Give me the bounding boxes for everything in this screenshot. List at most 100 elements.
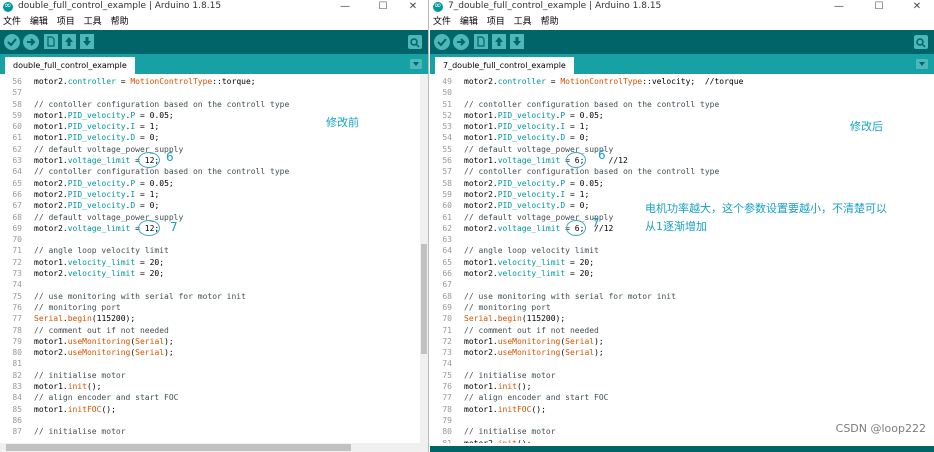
highlight-circle: [138, 152, 160, 168]
close-icon[interactable]: ✕: [398, 0, 428, 14]
open-sketch-icon[interactable]: [492, 34, 506, 49]
window-title: double_full_control_example | Arduino 1.…: [18, 1, 222, 11]
code-line: 57 // contoller configuration based on th…: [430, 166, 743, 177]
new-sketch-icon[interactable]: [44, 34, 58, 49]
line-number: 55: [442, 144, 452, 154]
code-token: motor1.: [464, 156, 498, 166]
code-line: 63: [430, 234, 743, 245]
line-number: 73: [442, 348, 452, 358]
tab-sketch[interactable]: double_full_control_example: [5, 57, 135, 74]
line-number: 71: [12, 246, 22, 256]
line-number: 80: [442, 427, 452, 437]
line-number: 82: [12, 370, 22, 380]
code-line: 51 // contoller configuration based on th…: [430, 99, 743, 110]
save-sketch-icon[interactable]: [80, 34, 94, 49]
verify-icon[interactable]: [434, 34, 450, 50]
horizontal-scrollbar[interactable]: [0, 443, 428, 452]
code-token: useMonitoring: [67, 336, 131, 346]
code-token: // initialise motor: [464, 370, 556, 380]
minimize-icon[interactable]: —: [330, 0, 360, 14]
line-number: 50: [442, 88, 452, 98]
code-line: 70 Serial.begin(115200);: [430, 313, 743, 324]
code-token: // use monitoring with serial for motor …: [34, 291, 246, 301]
code-token: // align encoder and start FOC: [34, 393, 179, 403]
title-bar: 7_double_full_control_example | Arduino …: [430, 0, 934, 14]
minimize-icon[interactable]: —: [824, 0, 854, 14]
code-token: // comment out if not needed: [464, 325, 599, 335]
scroll-thumb[interactable]: [6, 444, 351, 451]
new-sketch-icon[interactable]: [474, 34, 488, 49]
menu-sketch[interactable]: 项目: [57, 16, 75, 29]
maximize-icon[interactable]: ☐: [864, 0, 894, 14]
upload-icon[interactable]: [23, 34, 39, 50]
tab-menu-icon[interactable]: [410, 59, 422, 69]
vertical-scrollbar[interactable]: [420, 74, 428, 443]
menu-tools[interactable]: 工具: [84, 16, 102, 29]
upload-icon[interactable]: [453, 34, 469, 50]
code-line: 65 motor2.PID_velocity.P = 0.05;: [0, 178, 289, 189]
code-line: 84 // align encoder and start FOC: [0, 392, 289, 403]
tab-sketch[interactable]: 7_double_full_control_example: [435, 57, 574, 74]
serial-monitor-icon[interactable]: [408, 35, 422, 49]
line-number: 59: [12, 110, 22, 120]
code-lines: 56 motor2.controller = MotionControlType:…: [0, 76, 289, 438]
verify-icon[interactable]: [4, 34, 20, 50]
code-token: motor2.: [464, 178, 498, 188]
code-token: motor1.: [34, 110, 68, 120]
menu-tools[interactable]: 工具: [514, 16, 532, 29]
code-token: motor2.: [34, 201, 68, 211]
code-token: motor1.: [34, 122, 68, 132]
menu-edit[interactable]: 编辑: [30, 16, 48, 29]
menu-file[interactable]: 文件: [3, 16, 21, 29]
code-token: velocity_limit: [67, 257, 136, 267]
scroll-thumb[interactable]: [421, 244, 427, 354]
code-token: = 0.05;: [565, 178, 604, 188]
line-number: 65: [12, 178, 22, 188]
line-number: 62: [442, 223, 452, 233]
serial-monitor-icon[interactable]: [914, 35, 928, 49]
maximize-icon[interactable]: ☐: [368, 0, 398, 14]
code-editor[interactable]: 56 motor2.controller = MotionControlType:…: [0, 74, 428, 443]
annotation-after: 修改后: [850, 120, 883, 133]
code-token: // align encoder and start FOC: [464, 393, 609, 403]
line-number: 54: [442, 133, 452, 143]
line-number: 81: [12, 359, 22, 369]
toolbar: [0, 30, 428, 54]
code-token: motor1.: [34, 133, 68, 143]
code-line: 55 // default voltage_power_supply: [430, 144, 743, 155]
code-line: 75 // initialise motor: [430, 370, 743, 381]
code-token: MotionControlType: [130, 77, 213, 86]
line-number: 57: [12, 88, 22, 98]
save-sketch-icon[interactable]: [510, 34, 524, 49]
code-token: );: [594, 348, 604, 358]
code-editor[interactable]: 49 motor2.controller = MotionControlType:…: [430, 74, 934, 443]
code-token: // comment out if not needed: [34, 325, 169, 335]
code-line: 74: [430, 358, 743, 369]
code-token: PID_velocity: [497, 133, 556, 143]
code-line: 58 // contoller configuration based on th…: [0, 99, 289, 110]
code-token: Serial: [135, 336, 165, 346]
code-token: // default voltage_power_supply: [464, 212, 614, 222]
line-number: 60: [442, 201, 452, 211]
code-token: // use monitoring with serial for motor …: [464, 291, 676, 301]
code-token: motor1.: [34, 336, 68, 346]
window-title: 7_double_full_control_example | Arduino …: [448, 1, 662, 11]
right-arduino-window: 7_double_full_control_example | Arduino …: [430, 0, 934, 452]
menu-file[interactable]: 文件: [433, 16, 451, 29]
code-line: 60 motor1.PID_velocity.I = 1;: [0, 121, 289, 132]
code-token: PID_velocity: [67, 122, 126, 132]
code-token: motor1.: [464, 404, 498, 414]
close-icon[interactable]: ✕: [902, 0, 932, 14]
code-token: motor1.: [464, 257, 498, 267]
open-sketch-icon[interactable]: [62, 34, 76, 49]
code-line: 76 // monitoring port: [0, 302, 289, 313]
highlight-circle: [566, 220, 586, 236]
code-token: = 0;: [565, 133, 590, 143]
code-token: useMonitoring: [497, 348, 561, 358]
menu-help[interactable]: 帮助: [111, 16, 129, 29]
menu-edit[interactable]: 编辑: [460, 16, 478, 29]
menu-sketch[interactable]: 项目: [487, 16, 505, 29]
menu-help[interactable]: 帮助: [541, 16, 559, 29]
code-line: 81 motor2.init();: [430, 438, 743, 444]
tab-menu-icon[interactable]: [916, 59, 928, 69]
